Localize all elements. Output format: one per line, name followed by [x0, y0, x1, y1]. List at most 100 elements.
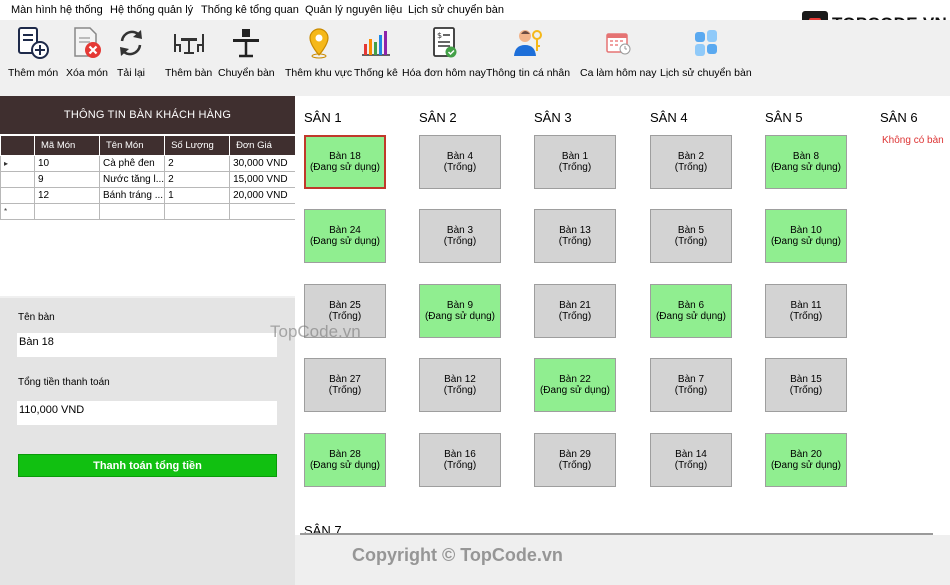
cell-empty[interactable]	[98, 203, 166, 220]
new-row[interactable]: *	[0, 203, 297, 220]
table-name: Bàn 11	[790, 300, 822, 311]
table-button[interactable]: Bàn 16 (Trống)	[419, 433, 501, 487]
table-button[interactable]: Bàn 15 (Trống)	[765, 358, 847, 412]
area-label: SÂN 1	[304, 110, 342, 125]
cell-unit-price[interactable]: 15,000 VND	[229, 171, 297, 188]
table-status: (Đang sử dụng)	[309, 460, 381, 471]
table-button[interactable]: Bàn 20 (Đang sử dụng)	[765, 433, 847, 487]
table-button[interactable]: Bàn 6 (Đang sử dụng)	[650, 284, 732, 338]
table-button[interactable]: Bàn 9 (Đang sử dụng)	[419, 284, 501, 338]
menu-management[interactable]: Hệ thống quản lý	[110, 4, 193, 16]
table-button[interactable]: Bàn 22 (Đang sử dụng)	[534, 358, 616, 412]
reload-button[interactable]: Tải lại	[114, 26, 148, 79]
table-row[interactable]: ▸ 10 Cà phê đen 2 30,000 VND	[0, 155, 297, 172]
table-button[interactable]: Bàn 27 (Trống)	[304, 358, 386, 412]
area-label: SÂN 5	[765, 110, 803, 125]
today-shift-button[interactable]: Ca làm hôm nay	[580, 26, 656, 79]
add-dish-button[interactable]: Thêm món	[8, 26, 58, 79]
cell-dish-id[interactable]: 12	[34, 187, 100, 204]
table-button[interactable]: Bàn 28 (Đang sử dụng)	[304, 433, 386, 487]
row-selector[interactable]	[0, 171, 35, 188]
table-name: Bàn 1	[561, 151, 589, 162]
total-field[interactable]: 110,000 VND	[17, 401, 277, 425]
table-button[interactable]: Bàn 1 (Trống)	[534, 135, 616, 189]
table-button[interactable]: Bàn 3 (Trống)	[419, 209, 501, 263]
table-button[interactable]: Bàn 12 (Trống)	[419, 358, 501, 412]
table-status: (Đang sử dụng)	[770, 236, 842, 247]
today-invoice-button[interactable]: $ Hóa đơn hôm nay	[402, 26, 486, 79]
table-button[interactable]: Bàn 13 (Trống)	[534, 209, 616, 263]
table-row[interactable]: 12 Bánh tráng ... 1 20,000 VND	[0, 187, 297, 204]
table-name-field[interactable]: Bàn 18	[17, 333, 277, 357]
menu-transfer-history[interactable]: Lịch sử chuyển bàn	[408, 4, 504, 16]
table-button[interactable]: Bàn 7 (Trống)	[650, 358, 732, 412]
table-name: Bàn 27	[329, 374, 361, 385]
cell-dish-name[interactable]: Nước tăng l...	[98, 171, 166, 188]
table-row[interactable]: 9 Nước tăng l... 2 15,000 VND	[0, 171, 297, 188]
column-header-quantity[interactable]: Số Lượng	[164, 135, 231, 156]
cell-empty[interactable]	[164, 203, 231, 220]
table-name: Bàn 8	[792, 151, 820, 162]
table-status: (Trống)	[558, 162, 592, 173]
add-table-button[interactable]: Thêm bàn	[165, 26, 212, 79]
cell-unit-price[interactable]: 20,000 VND	[229, 187, 297, 204]
cell-empty[interactable]	[34, 203, 100, 220]
table-status: (Trống)	[789, 385, 823, 396]
table-button[interactable]: Bàn 8 (Đang sử dụng)	[765, 135, 847, 189]
delete-dish-button[interactable]: Xóa món	[66, 26, 108, 79]
menu-system-screen[interactable]: Màn hình hệ thống	[11, 4, 103, 16]
area-label: SÂN 4	[650, 110, 688, 125]
cell-dish-id[interactable]: 9	[34, 171, 100, 188]
table-button[interactable]: Bàn 11 (Trống)	[765, 284, 847, 338]
cell-quantity[interactable]: 2	[164, 171, 231, 188]
column-header-dish-id[interactable]: Mã Món	[34, 135, 100, 156]
table-button[interactable]: Bàn 21 (Trống)	[534, 284, 616, 338]
table-name: Bàn 28	[329, 449, 361, 460]
table-status: (Trống)	[558, 460, 592, 471]
transfer-history-button[interactable]: Lịch sử chuyển bàn	[660, 26, 752, 79]
refresh-icon	[114, 26, 148, 60]
statistics-button[interactable]: Thống kê	[354, 26, 398, 79]
table-button[interactable]: Bàn 25 (Trống)	[304, 284, 386, 338]
row-selector-icon[interactable]: ▸	[0, 155, 35, 172]
pay-total-button[interactable]: Thanh toán tổng tiền	[18, 454, 277, 477]
table-status: (Đang sử dụng)	[309, 162, 381, 173]
table-status: (Trống)	[443, 162, 477, 173]
add-area-button[interactable]: Thêm khu vực	[285, 26, 352, 79]
add-table-icon	[172, 26, 206, 60]
table-button[interactable]: Bàn 29 (Trống)	[534, 433, 616, 487]
cell-unit-price[interactable]: 30,000 VND	[229, 155, 297, 172]
table-button[interactable]: Bàn 10 (Đang sử dụng)	[765, 209, 847, 263]
table-status: (Trống)	[674, 236, 708, 247]
table-button[interactable]: Bàn 24 (Đang sử dụng)	[304, 209, 386, 263]
area-label: SÂN 7	[304, 523, 342, 533]
area-label: SÂN 6	[880, 110, 918, 125]
bottom-area	[295, 535, 950, 585]
cell-dish-name[interactable]: Cà phê đen	[98, 155, 166, 172]
table-button[interactable]: Bàn 2 (Trống)	[650, 135, 732, 189]
personal-info-button[interactable]: Thông tin cá nhân	[486, 26, 570, 79]
table-button[interactable]: Bàn 14 (Trống)	[650, 433, 732, 487]
table-name: Bàn 22	[559, 374, 591, 385]
table-button[interactable]: Bàn 18 (Đang sử dụng)	[304, 135, 386, 189]
table-button[interactable]: Bàn 4 (Trống)	[419, 135, 501, 189]
table-name: Bàn 16	[444, 449, 476, 460]
cell-empty[interactable]	[229, 203, 297, 220]
menu-ingredients[interactable]: Quản lý nguyên liệu	[305, 4, 402, 16]
new-row-icon[interactable]: *	[0, 203, 35, 220]
table-status: (Trống)	[674, 385, 708, 396]
cell-dish-id[interactable]: 10	[34, 155, 100, 172]
order-grid: Mã Món Tên Món Số Lượng Đơn Giá ▸ 10 Cà …	[0, 135, 297, 220]
cell-quantity[interactable]: 2	[164, 155, 231, 172]
column-header-dish-name[interactable]: Tên Món	[98, 135, 166, 156]
move-table-button[interactable]: Chuyển bàn	[218, 26, 275, 79]
cell-quantity[interactable]: 1	[164, 187, 231, 204]
cell-dish-name[interactable]: Bánh tráng ...	[98, 187, 166, 204]
row-selector[interactable]	[0, 187, 35, 204]
menu-statistics[interactable]: Thống kê tổng quan	[201, 4, 299, 16]
table-status: (Đang sử dụng)	[424, 311, 496, 322]
column-header-unit-price[interactable]: Đơn Giá	[229, 135, 297, 156]
table-button[interactable]: Bàn 5 (Trống)	[650, 209, 732, 263]
table-status: (Trống)	[789, 311, 823, 322]
table-status: (Trống)	[674, 162, 708, 173]
